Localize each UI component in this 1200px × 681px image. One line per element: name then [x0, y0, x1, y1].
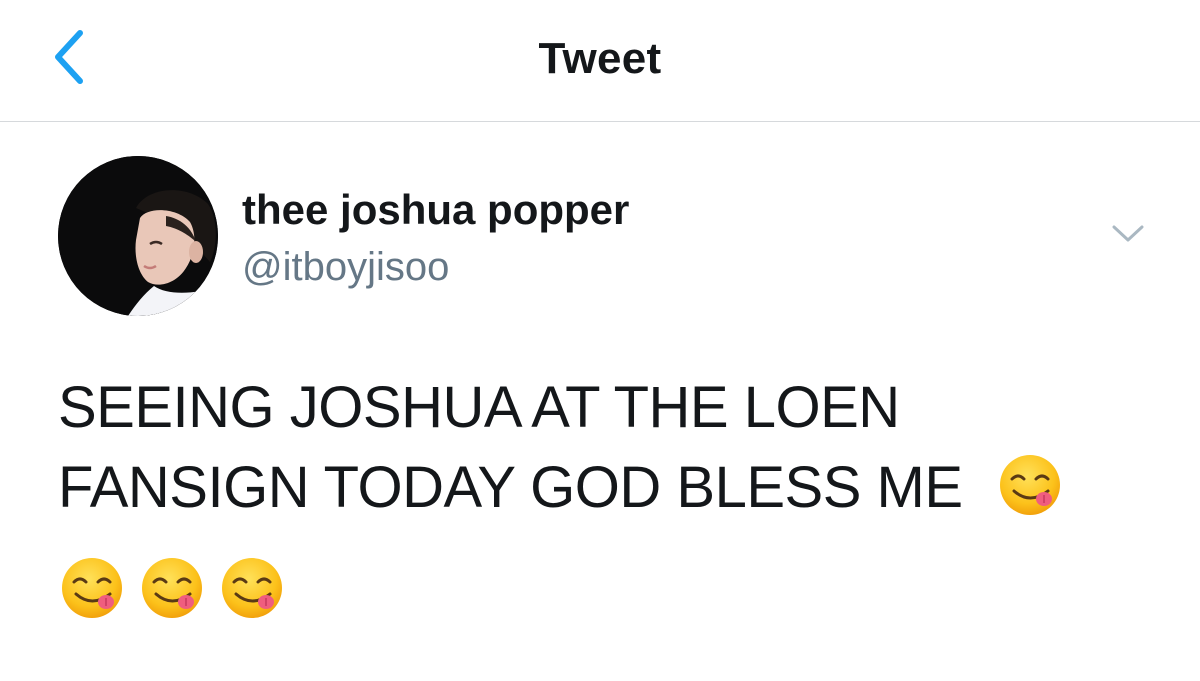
- chevron-down-icon: [1112, 225, 1144, 242]
- tweet-text-line-1: SEEING JOSHUA AT THE LOEN: [58, 375, 900, 440]
- more-options-button[interactable]: [1098, 212, 1158, 256]
- avatar[interactable]: [58, 156, 218, 316]
- display-name[interactable]: thee joshua popper: [242, 186, 629, 234]
- tweet-text-line-2: FANSIGN TODAY GOD BLESS ME: [58, 448, 1138, 528]
- face-savoring-food-icon: [140, 556, 204, 620]
- face-savoring-food-icon: [998, 453, 1062, 517]
- page-title: Tweet: [538, 34, 662, 83]
- user-handle[interactable]: @itboyjisoo: [242, 244, 449, 290]
- face-savoring-food-icon: [60, 556, 124, 620]
- tweet-author-header: thee joshua popper @itboyjisoo: [58, 156, 1158, 316]
- emoji-row: [60, 556, 284, 626]
- tweet-text: SEEING JOSHUA AT THE LOEN FANSIGN TODAY …: [58, 368, 1138, 528]
- navigation-bar: Tweet: [0, 0, 1200, 122]
- tweet-text-line-2-text: FANSIGN TODAY GOD BLESS ME: [58, 455, 963, 520]
- avatar-image: [58, 156, 218, 316]
- face-savoring-food-icon: [220, 556, 284, 620]
